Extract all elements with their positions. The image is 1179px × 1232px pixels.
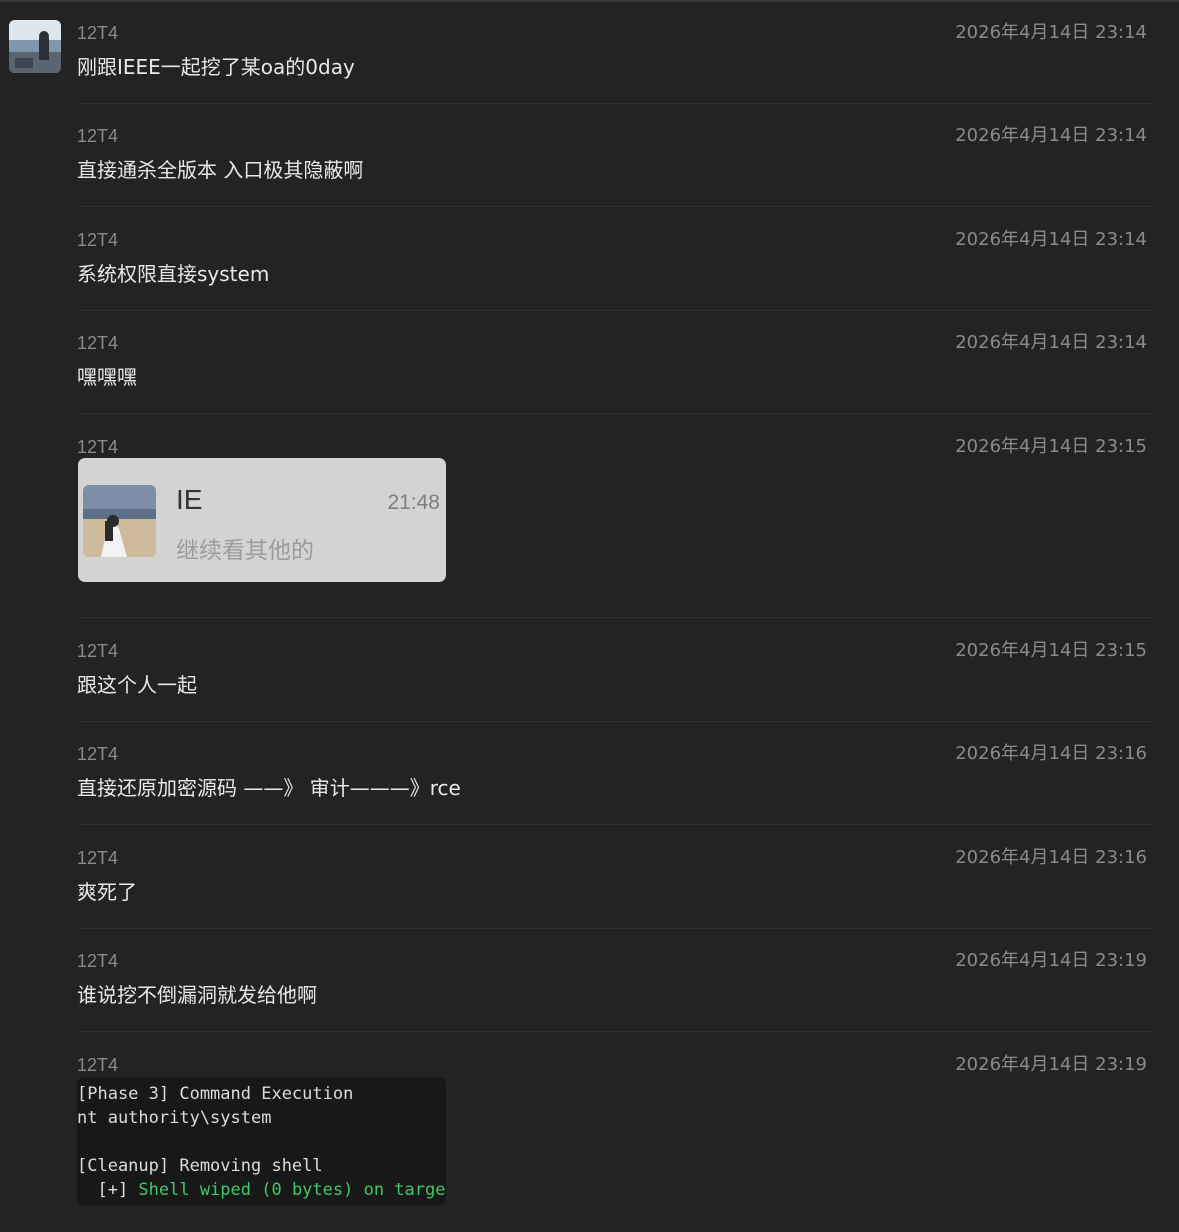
message-text: 刚跟IEEE一起挖了某oa的0day <box>77 55 355 79</box>
card-timestamp: 21:48 <box>387 491 440 514</box>
message-item[interactable]: 12T4 2026年4月14日 23:16 直接还原加密源码 ——》 审计———… <box>77 741 1153 821</box>
terminal-line: [Cleanup] Removing shell <box>77 1156 323 1176</box>
message-item[interactable]: 12T4 2026年4月14日 23:14 刚跟IEEE一起挖了某oa的0day <box>77 20 1153 100</box>
sender-name: 12T4 <box>77 23 119 43</box>
message-divider <box>77 206 1153 207</box>
message-timestamp: 2026年4月14日 23:19 <box>955 950 1147 971</box>
message-item[interactable]: 12T4 2026年4月14日 23:19 [Phase 3] Command … <box>77 1052 1153 1232</box>
message-timestamp: 2026年4月14日 23:16 <box>955 847 1147 868</box>
message-divider <box>77 721 1153 722</box>
message-timestamp: 2026年4月14日 23:14 <box>955 22 1147 43</box>
message-timestamp: 2026年4月14日 23:15 <box>955 640 1147 661</box>
sender-name: 12T4 <box>77 951 119 971</box>
message-divider <box>77 928 1153 929</box>
message-divider <box>77 1031 1153 1032</box>
message-item[interactable]: 12T4 2026年4月14日 23:16 爽死了 <box>77 845 1153 925</box>
chat-message-list[interactable]: 12T4 2026年4月14日 23:14 刚跟IEEE一起挖了某oa的0day… <box>0 0 1179 1232</box>
contact-name: IE <box>176 484 203 515</box>
message-item[interactable]: 12T4 2026年4月14日 23:14 嘿嘿嘿 <box>77 330 1153 410</box>
sender-avatar[interactable] <box>9 20 61 73</box>
message-timestamp: 2026年4月14日 23:15 <box>955 436 1147 457</box>
message-text: 直接还原加密源码 ——》 审计———》rce <box>77 776 461 800</box>
terminal-success-text: Shell wiped (0 bytes) on target <box>138 1180 446 1200</box>
sender-name: 12T4 <box>77 230 119 250</box>
message-divider <box>77 310 1153 311</box>
message-timestamp: 2026年4月14日 23:14 <box>955 229 1147 250</box>
terminal-line: [Phase 3] Command Execution <box>77 1084 354 1104</box>
terminal-screenshot-image[interactable]: [Phase 3] Command Execution nt authority… <box>77 1077 446 1205</box>
sender-name: 12T4 <box>77 126 119 146</box>
contact-avatar <box>83 485 156 557</box>
sender-name: 12T4 <box>77 333 119 353</box>
message-item[interactable]: 12T4 2026年4月14日 23:15 IE 21:48 继续看其他的 <box>77 434 1153 604</box>
sender-name: 12T4 <box>77 848 119 868</box>
sender-name: 12T4 <box>77 1055 119 1075</box>
message-divider <box>77 413 1153 414</box>
terminal-line: nt authority\system <box>77 1108 272 1128</box>
message-text: 嘿嘿嘿 <box>77 365 137 389</box>
message-timestamp: 2026年4月14日 23:19 <box>955 1054 1147 1075</box>
sender-name: 12T4 <box>77 437 119 457</box>
terminal-prefix: [+] <box>77 1180 139 1200</box>
message-divider <box>77 617 1153 618</box>
shared-chat-card-image[interactable]: IE 21:48 继续看其他的 <box>78 458 446 582</box>
message-text: 爽死了 <box>77 880 137 904</box>
message-divider <box>77 824 1153 825</box>
message-timestamp: 2026年4月14日 23:14 <box>955 125 1147 146</box>
sender-name: 12T4 <box>77 744 119 764</box>
message-timestamp: 2026年4月14日 23:14 <box>955 332 1147 353</box>
terminal-line: [+] Shell wiped (0 bytes) on target <box>77 1178 446 1202</box>
message-item[interactable]: 12T4 2026年4月14日 23:19 谁说挖不倒漏洞就发给他啊 <box>77 948 1153 1028</box>
message-item[interactable]: 12T4 2026年4月14日 23:14 系统权限直接system <box>77 227 1153 307</box>
message-timestamp: 2026年4月14日 23:16 <box>955 743 1147 764</box>
message-item[interactable]: 12T4 2026年4月14日 23:15 跟这个人一起 <box>77 638 1153 718</box>
message-item[interactable]: 12T4 2026年4月14日 23:14 直接通杀全版本 入口极其隐蔽啊 <box>77 123 1153 203</box>
message-text: 跟这个人一起 <box>77 673 197 697</box>
card-last-message: 继续看其他的 <box>176 538 314 564</box>
message-divider <box>77 103 1153 104</box>
message-text: 系统权限直接system <box>77 262 270 286</box>
message-text: 谁说挖不倒漏洞就发给他啊 <box>77 983 317 1007</box>
sender-name: 12T4 <box>77 641 119 661</box>
message-text: 直接通杀全版本 入口极其隐蔽啊 <box>77 158 364 182</box>
